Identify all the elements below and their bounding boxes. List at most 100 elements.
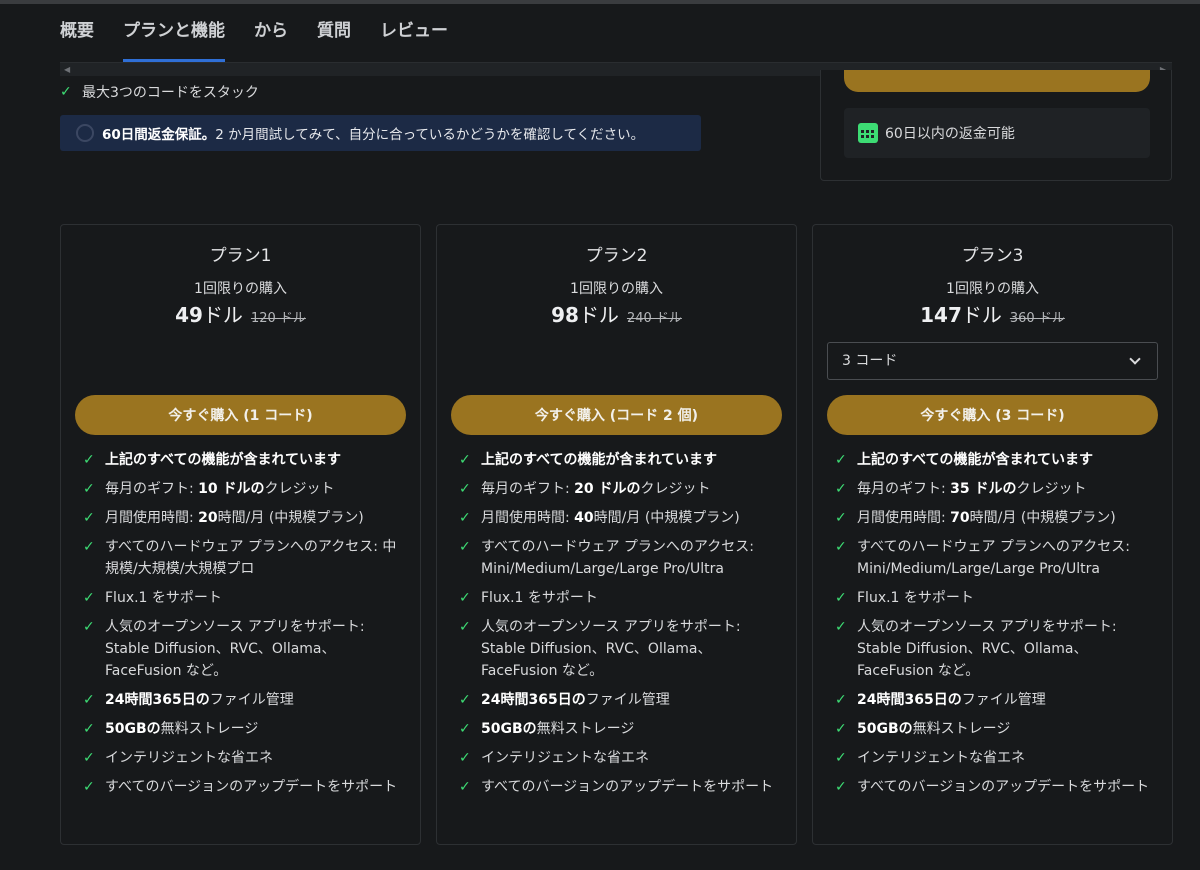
list-item: ✓ 50GBの無料ストレージ (835, 718, 1157, 740)
tab-from[interactable]: から (254, 8, 288, 62)
feature-text: 時間/月 (中規模プラン) (217, 510, 364, 526)
price-unit: ドル (202, 303, 243, 327)
plan-cards: プラン1 1回限りの購入 49ドル 120 ドル 今すぐ購入 (1 コード) ✓… (60, 224, 1173, 845)
feature-text: ファイル管理 (961, 692, 1046, 708)
list-item: ✓ Flux.1 をサポート (83, 587, 405, 609)
check-icon: ✓ (83, 721, 95, 737)
feature-text: 上記のすべての機能が含まれています (481, 452, 718, 468)
check-icon: ✓ (835, 779, 847, 795)
check-icon: ✓ (835, 510, 847, 526)
refund-guarantee-title: 60日間返金保証。 (102, 127, 216, 143)
list-item: ✓ Flux.1 をサポート (835, 587, 1157, 609)
feature-text-bold: 24時間365日の (105, 692, 210, 708)
list-item: ✓ インテリジェントな省エネ (835, 747, 1157, 769)
feature-text-bold: 24時間365日の (857, 692, 962, 708)
feature-text: 毎月のギフト: (857, 481, 951, 497)
feature-text: 人気のオープンソース アプリをサポート: Stable Diffusion、RV… (857, 619, 1117, 679)
feature-text: Flux.1 をサポート (481, 590, 598, 606)
feature-text: 無料ストレージ (912, 721, 1011, 737)
feature-text-bold: 10 ドルの (198, 481, 265, 497)
buy-now-button[interactable]: 今すぐ購入 (1 コード) (75, 395, 406, 435)
feature-text: クレジット (640, 481, 711, 497)
plan-card-1: プラン1 1回限りの購入 49ドル 120 ドル 今すぐ購入 (1 コード) ✓… (60, 224, 421, 845)
feature-text-bold: 70 (950, 510, 970, 526)
plan-title: プラン3 (961, 246, 1024, 266)
feature-text: すべてのハードウェア プランへのアクセス: 中規模/大規模/大規模プロ (105, 539, 397, 577)
tab-overview[interactable]: 概要 (60, 8, 94, 62)
feature-text: 無料ストレージ (160, 721, 259, 737)
feature-text: 月間使用時間: (857, 510, 951, 526)
plan-title: プラン1 (209, 246, 272, 266)
buy-now-button[interactable]: 今すぐ購入 (3 コード) (827, 395, 1158, 435)
check-icon: ✓ (835, 619, 847, 635)
feature-text: 人気のオープンソース アプリをサポート: Stable Diffusion、RV… (105, 619, 365, 679)
list-item: ✓ 人気のオープンソース アプリをサポート: Stable Diffusion、R… (835, 616, 1157, 682)
feature-list: ✓ 上記のすべての機能が含まれています ✓ 毎月のギフト: 35 ドルのクレジット … (835, 449, 1157, 805)
list-item: ✓ 人気のオープンソース アプリをサポート: Stable Diffusion、R… (459, 616, 781, 682)
tab-faq[interactable]: 質問 (317, 8, 351, 62)
check-icon: ✓ (835, 481, 847, 497)
buy-now-button-partial[interactable] (844, 70, 1150, 92)
feature-text: クレジット (1016, 481, 1087, 497)
list-item: ✓ 50GBの無料ストレージ (83, 718, 405, 740)
feature-text-bold: 50GBの (857, 721, 913, 737)
check-icon: ✓ (835, 692, 847, 708)
original-price: 120 ドル (250, 311, 306, 326)
check-icon: ✓ (459, 452, 471, 468)
feature-text: 毎月のギフト: (481, 481, 575, 497)
buy-now-button[interactable]: 今すぐ購入 (コード 2 個) (451, 395, 782, 435)
scroll-left-icon[interactable]: ◀ (64, 63, 70, 77)
price-amount: 98 (551, 303, 579, 327)
refund-info-label: 60日以内の返金可能 (885, 126, 1015, 142)
check-icon: ✓ (835, 721, 847, 737)
refund-guarantee-banner: 60日間返金保証。 2 か月間試してみて、自分に合っているかどうかを確認してくだ… (60, 115, 701, 151)
price-amount: 49 (175, 303, 203, 327)
price-unit: ドル (961, 303, 1002, 327)
feature-text: すべてのバージョンのアップデートをサポート (481, 779, 774, 795)
window-top-border (0, 0, 1200, 4)
feature-text: 月間使用時間: (105, 510, 199, 526)
check-icon: ✓ (835, 452, 847, 468)
feature-label: 最大3つのコードをスタック (82, 85, 259, 101)
check-icon: ✓ (83, 779, 95, 795)
current-price: 147ドル (920, 299, 1002, 328)
check-icon: ✓ (83, 539, 95, 555)
check-icon: ✓ (835, 750, 847, 766)
feature-text-bold: 35 ドルの (950, 481, 1017, 497)
feature-text: すべてのハードウェア プランへのアクセス: Mini/Medium/Large/… (857, 539, 1130, 577)
original-price: 240 ドル (626, 311, 682, 326)
check-icon: ✓ (83, 481, 95, 497)
plan-purchase-type: 1回限りの購入 (946, 281, 1039, 297)
calendar-icon (858, 123, 878, 143)
refund-guarantee-text: 2 か月間試してみて、自分に合っているかどうかを確認してください。 (215, 127, 645, 143)
feature-text: Flux.1 をサポート (105, 590, 222, 606)
feature-text-bold: 40 (574, 510, 594, 526)
check-icon: ✓ (459, 692, 471, 708)
check-icon: ✓ (459, 539, 471, 555)
plan-purchase-type: 1回限りの購入 (194, 281, 287, 297)
feature-text: 人気のオープンソース アプリをサポート: Stable Diffusion、RV… (481, 619, 741, 679)
plan-price: 147ドル 360 ドル (813, 299, 1172, 328)
price-amount: 147 (920, 303, 962, 327)
list-item: ✓ すべてのバージョンのアップデートをサポート (835, 776, 1157, 798)
list-item: ✓ 50GBの無料ストレージ (459, 718, 781, 740)
plan-purchase-type: 1回限りの購入 (570, 281, 663, 297)
check-icon: ✓ (60, 84, 72, 100)
check-icon: ✓ (835, 539, 847, 555)
check-icon: ✓ (83, 452, 95, 468)
feature-text: 上記のすべての機能が含まれています (105, 452, 342, 468)
list-item: ✓ 毎月のギフト: 20 ドルのクレジット (459, 478, 781, 500)
feature-text: ファイル管理 (585, 692, 670, 708)
check-icon: ✓ (459, 590, 471, 606)
feature-text-bold: 50GBの (105, 721, 161, 737)
code-quantity-select[interactable]: 3 コード (827, 342, 1158, 380)
list-item: ✓ すべてのハードウェア プランへのアクセス: Mini/Medium/Large… (835, 536, 1157, 580)
check-icon: ✓ (83, 750, 95, 766)
list-item: ✓ インテリジェントな省エネ (83, 747, 405, 769)
refund-info-box: 60日以内の返金可能 (844, 108, 1150, 158)
tab-plans-features[interactable]: プランと機能 (123, 8, 225, 62)
list-item: ✓ 24時間365日のファイル管理 (83, 689, 405, 711)
tab-reviews[interactable]: レビュー (380, 8, 448, 62)
medal-icon (76, 124, 94, 142)
list-item: ✓ 上記のすべての機能が含まれています (83, 449, 405, 471)
